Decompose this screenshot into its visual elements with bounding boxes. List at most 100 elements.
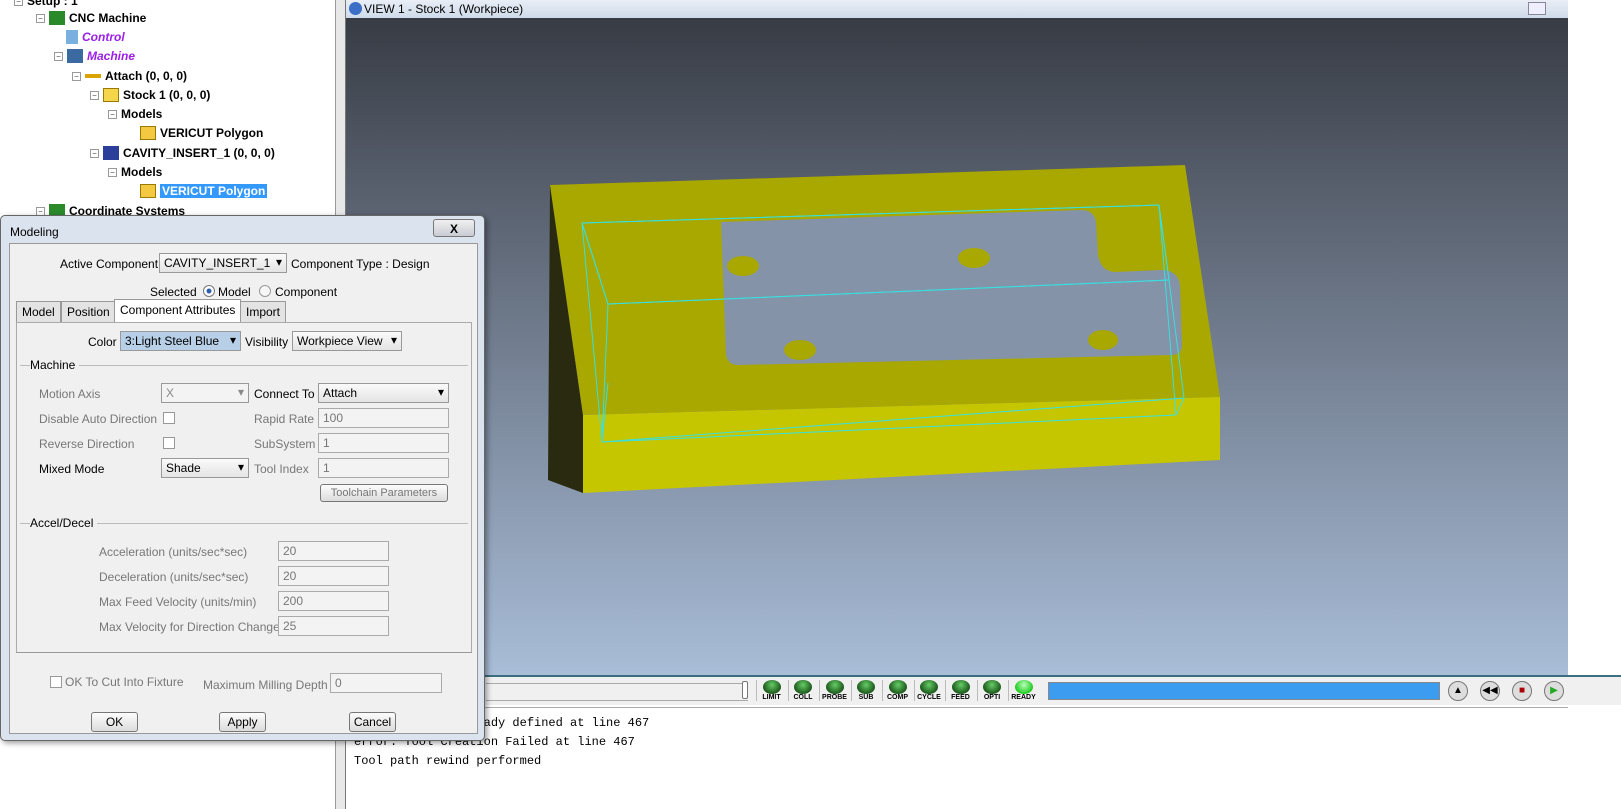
collapse-icon[interactable]: − (14, 0, 23, 6)
connect-to-label: Connect To (254, 387, 315, 401)
reverse-direction-label: Reverse Direction (39, 437, 135, 451)
ok-button[interactable]: OK (91, 712, 138, 732)
deceleration-input[interactable]: 20 (278, 566, 389, 586)
polygon-model-icon (140, 184, 156, 198)
indicator-light-icon (762, 680, 781, 694)
subsystem-input[interactable]: 1 (318, 433, 449, 453)
radio-model[interactable] (203, 285, 215, 297)
led-coll: COLL (787, 680, 818, 701)
radio-component-label: Component (275, 285, 338, 299)
machine-icon (49, 11, 65, 25)
ok-to-cut-label: OK To Cut Into Fixture (65, 675, 184, 689)
tree-models[interactable]: − Models (108, 165, 162, 179)
motion-axis-label: Motion Axis (39, 387, 101, 401)
tool-index-label: Tool Index (254, 462, 309, 476)
tree-setup[interactable]: − Setup : 1 (14, 0, 78, 8)
log-line: Tool path rewind performed (354, 754, 542, 768)
dialog-title: Modeling (10, 225, 59, 239)
rapid-rate-label: Rapid Rate (254, 412, 315, 426)
reverse-direction-checkbox[interactable] (163, 437, 175, 449)
indicator-light-icon (920, 680, 938, 694)
step-up-button[interactable]: ▲ (1448, 681, 1468, 701)
tree-cavity-insert[interactable]: − CAVITY_INSERT_1 (0, 0, 0) (90, 146, 275, 160)
active-component-select[interactable]: CAVITY_INSERT_1 (159, 253, 287, 273)
visibility-select[interactable]: Workpiece View (292, 331, 402, 351)
tree-machine[interactable]: − Machine (54, 49, 135, 63)
collapse-icon[interactable]: − (72, 71, 81, 81)
boss (727, 256, 759, 276)
machine-icon (67, 49, 83, 63)
max-velocity-input[interactable]: 25 (278, 616, 389, 636)
ok-to-cut-checkbox[interactable] (50, 676, 62, 688)
led-label: PROBE (822, 694, 847, 701)
subsystem-label: SubSystem (254, 437, 316, 451)
status-bar: LIMIT COLL PROBE SUB COMP CYCLE FEED OPTI READY … (346, 675, 1621, 705)
max-velocity-label: Max Velocity for Direction Change (99, 620, 280, 634)
collapse-icon[interactable]: − (90, 90, 99, 100)
led-label: SUB (858, 694, 874, 701)
color-label: Color (88, 335, 117, 349)
rapid-rate-input[interactable]: 100 (318, 408, 449, 428)
tree-control[interactable]: Control (66, 30, 125, 44)
tool-index-input[interactable]: 1 (318, 458, 449, 478)
max-feed-input[interactable]: 200 (278, 591, 389, 611)
boss (1088, 330, 1118, 350)
stop-button[interactable]: ■ (1512, 681, 1532, 701)
led-label: LIMIT (762, 694, 781, 701)
toolchain-parameters-button[interactable]: Toolchain Parameters (320, 484, 448, 502)
active-component-label: Active Component (60, 257, 159, 271)
stock-icon (103, 88, 119, 102)
led-opti: OPTI (976, 680, 1007, 701)
tab-model[interactable]: Model (16, 301, 61, 322)
slider-handle[interactable] (742, 681, 748, 699)
collapse-icon[interactable]: − (108, 167, 117, 177)
indicator-light-icon (1014, 680, 1033, 694)
tree-models[interactable]: − Models (108, 107, 162, 121)
indicator-light-icon (857, 680, 875, 694)
modeling-dialog: Modeling X Active Component CAVITY_INSER… (0, 215, 485, 741)
log-line: error: Tool 3 already defined at line 46… (354, 716, 650, 730)
visibility-label: Visibility (245, 335, 289, 349)
indicator-light-icon (794, 680, 812, 694)
component-type: Component Type : Design (291, 257, 430, 271)
tab-component-attributes[interactable]: Component Attributes (114, 299, 242, 322)
cancel-button[interactable]: Cancel (349, 712, 396, 732)
rewind-button[interactable]: ◀◀ (1480, 681, 1500, 701)
led-label: READY (1011, 694, 1036, 701)
selected-label: Selected (150, 285, 197, 299)
connect-to-select[interactable]: Attach (318, 383, 449, 403)
led-label: CYCLE (917, 694, 941, 701)
led-sub: SUB (850, 680, 881, 701)
color-select[interactable]: 3:Light Steel Blue (120, 331, 241, 351)
tab-position[interactable]: Position (61, 301, 116, 322)
play-button[interactable]: ▶ (1544, 681, 1564, 701)
speed-slider[interactable] (486, 683, 748, 701)
collapse-icon[interactable]: − (108, 109, 117, 119)
tab-import[interactable]: Import (240, 301, 287, 322)
log-panel[interactable]: error: Tool 3 already defined at line 46… (346, 707, 1568, 783)
log-line: error: Tool Creation Failed at line 467 (354, 735, 635, 749)
indicator-light-icon (888, 680, 907, 694)
tree-vericut-polygon[interactable]: VERICUT Polygon (140, 126, 263, 140)
motion-axis-select[interactable]: X (161, 383, 249, 403)
collapse-icon[interactable]: − (54, 51, 63, 61)
viewport[interactable]: VIEW 1 - Stock 1 (Workpiece) (346, 0, 1568, 675)
disable-auto-direction-checkbox[interactable] (163, 412, 175, 424)
collapse-icon[interactable]: − (90, 148, 99, 158)
radio-model-label: Model (218, 285, 251, 299)
machine-section-label: Machine (30, 358, 80, 372)
max-depth-input[interactable]: 0 (330, 673, 442, 693)
tree-stock[interactable]: − Stock 1 (0, 0, 0) (90, 88, 210, 102)
radio-component[interactable] (259, 285, 271, 297)
led-cycle: CYCLE (913, 680, 944, 701)
close-button[interactable]: X (433, 219, 475, 237)
tree-attach[interactable]: − Attach (0, 0, 0) (72, 69, 187, 83)
tree-vericut-polygon-selected[interactable]: VERICUT Polygon (140, 184, 268, 198)
led-limit: LIMIT (756, 680, 786, 701)
indicator-light-icon (951, 680, 970, 694)
collapse-icon[interactable]: − (36, 13, 45, 23)
apply-button[interactable]: Apply (219, 712, 266, 732)
mixed-mode-select[interactable]: Shade (161, 458, 249, 478)
acceleration-input[interactable]: 20 (278, 541, 389, 561)
tree-cnc-machine[interactable]: − CNC Machine (36, 11, 146, 25)
